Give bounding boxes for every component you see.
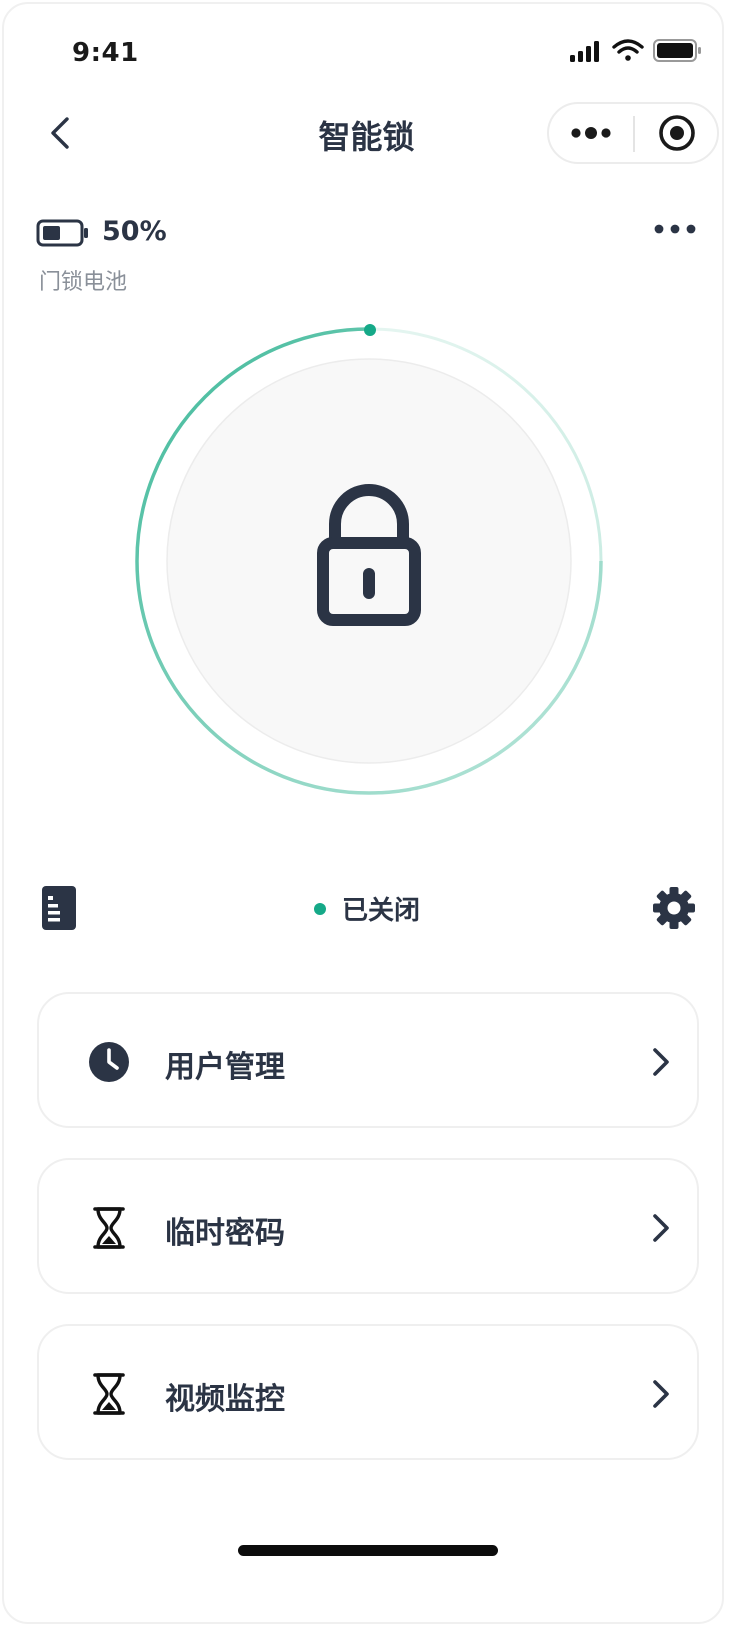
status-icons xyxy=(570,39,701,62)
lock-status-text: 已关闭 xyxy=(342,896,421,926)
phone-screen: 9:41 智能锁 50% 门锁电池 已关闭 用户管理 临时密码 视频监控 xyxy=(2,2,724,1624)
battery-icon xyxy=(653,39,701,62)
more-horizontal-icon xyxy=(654,224,696,234)
menu-item-label: 视频监控 xyxy=(165,1382,285,1417)
chevron-right-icon xyxy=(653,1214,669,1242)
chevron-right-icon xyxy=(653,1048,669,1076)
battery-label: 门锁电池 xyxy=(39,270,128,295)
lock-toggle[interactable] xyxy=(132,324,606,798)
menu-item-user-management[interactable]: 用户管理 xyxy=(37,992,699,1128)
gear-icon[interactable] xyxy=(652,886,696,930)
door-battery-icon xyxy=(36,219,88,247)
lock-status: 已关闭 xyxy=(314,890,420,927)
ring-indicator-dot xyxy=(364,324,376,336)
page-more-button[interactable] xyxy=(649,214,701,244)
menu-item-label: 用户管理 xyxy=(165,1050,285,1085)
status-dot xyxy=(314,902,326,915)
status-time: 9:41 xyxy=(72,38,139,68)
ring-inner-disc xyxy=(166,358,572,764)
hourglass-icon xyxy=(93,1373,125,1415)
menu-item-temporary-password[interactable]: 临时密码 xyxy=(37,1158,699,1294)
capsule-more-button[interactable] xyxy=(549,104,633,162)
page-title: 智能锁 xyxy=(318,118,415,156)
target-icon xyxy=(659,115,695,151)
capsule-close-button[interactable] xyxy=(635,104,719,162)
back-button[interactable] xyxy=(40,110,80,156)
more-dots-icon xyxy=(571,127,611,139)
menu-item-video-monitoring[interactable]: 视频监控 xyxy=(37,1324,699,1460)
wifi-icon xyxy=(612,39,644,61)
hourglass-icon xyxy=(93,1207,125,1249)
clock-icon xyxy=(89,1042,129,1082)
document-icon[interactable] xyxy=(42,886,78,932)
chevron-right-icon xyxy=(653,1380,669,1408)
home-indicator xyxy=(238,1545,498,1556)
chevron-left-icon xyxy=(51,117,69,149)
signal-icon xyxy=(570,41,599,62)
battery-percent: 50% xyxy=(102,216,167,247)
mini-program-capsule xyxy=(547,102,719,164)
menu-item-label: 临时密码 xyxy=(165,1216,285,1251)
